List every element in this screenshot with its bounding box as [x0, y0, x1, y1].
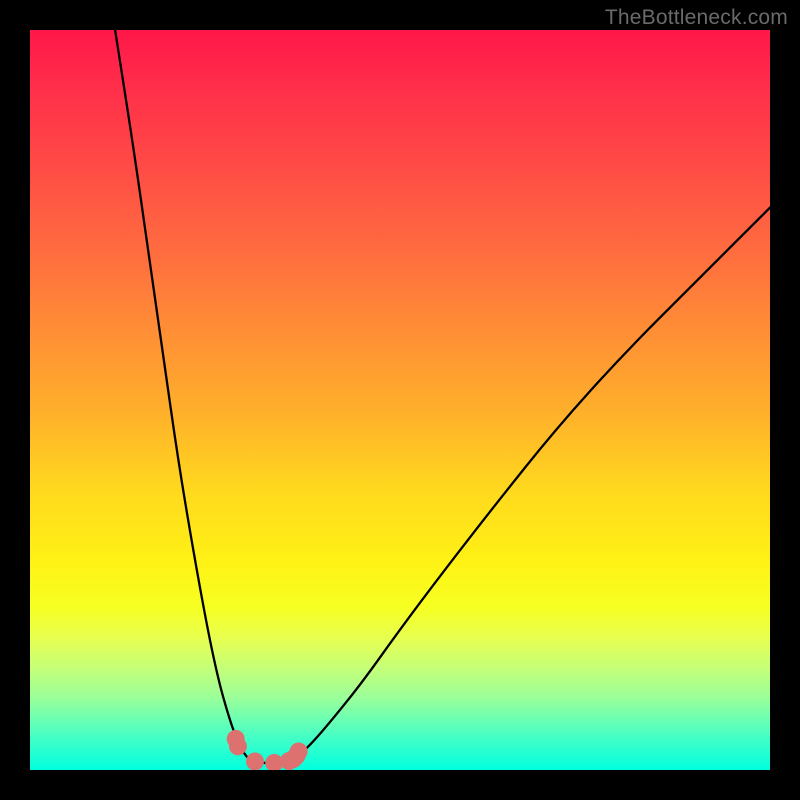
bottleneck-curve: [115, 30, 770, 763]
valley-dot: [280, 752, 298, 770]
valley-dot: [227, 730, 245, 748]
valley-dots-group: [227, 730, 308, 770]
plot-area: [30, 30, 770, 770]
valley-dot: [287, 747, 305, 765]
curve-layer: [30, 30, 770, 770]
valley-dot: [284, 750, 302, 768]
chart-frame: TheBottleneck.com: [0, 0, 800, 800]
valley-dot: [229, 737, 247, 755]
watermark-text: TheBottleneck.com: [605, 6, 788, 30]
valley-dot: [290, 743, 308, 761]
valley-dot: [246, 752, 264, 770]
valley-dot: [265, 754, 283, 770]
